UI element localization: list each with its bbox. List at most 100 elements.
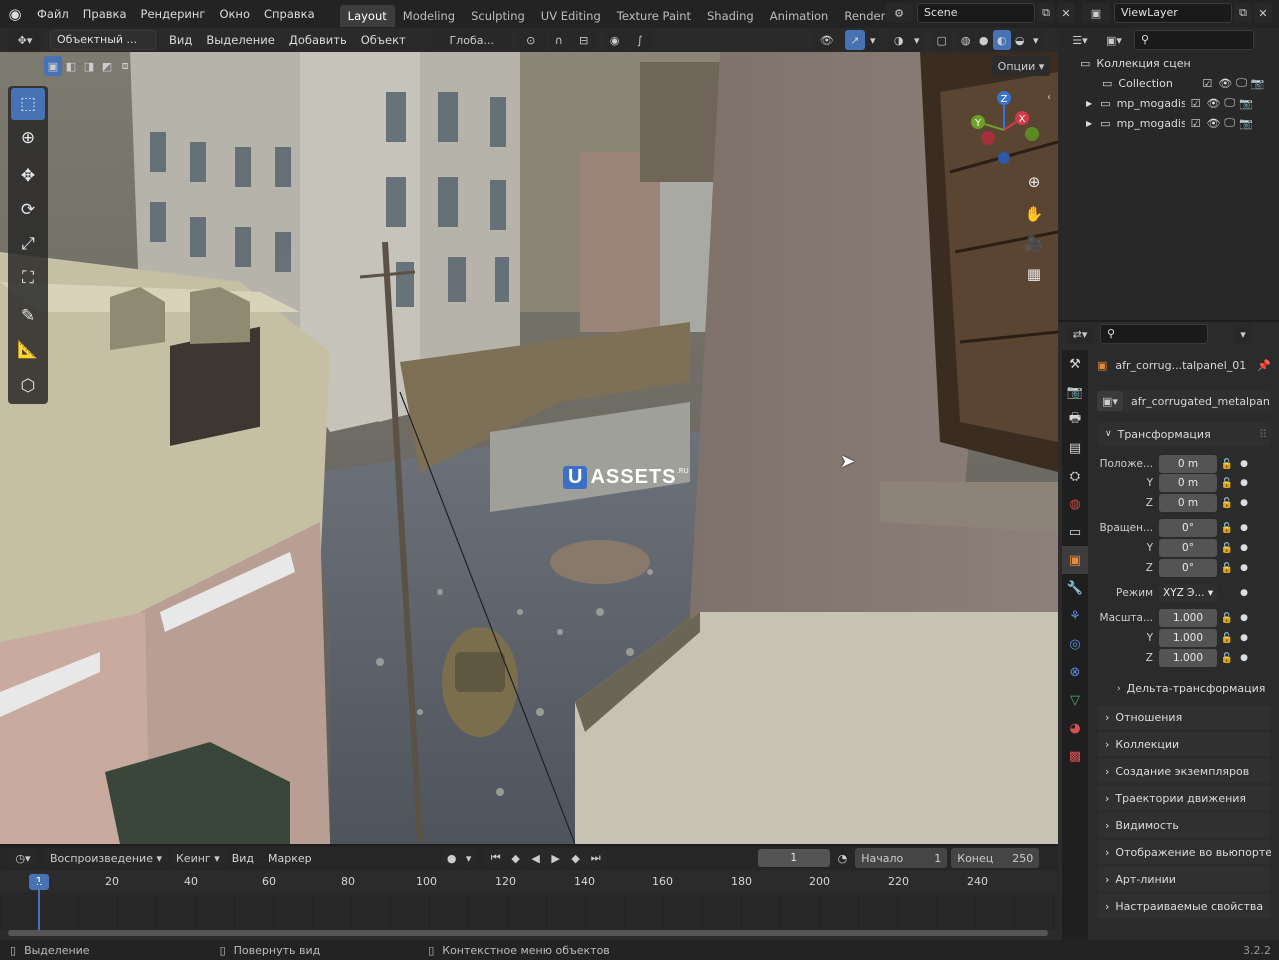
pin-icon[interactable]: 📌: [1257, 359, 1271, 372]
sidebar-toggle-icon[interactable]: ‹: [1047, 92, 1051, 103]
3d-viewport[interactable]: U ASSETS .RU ▣ ◧ ◨ ◩ ⧈ Опции ▾ Z X Y ⊕ ✋…: [0, 52, 1058, 844]
visibility-icon[interactable]: 👁: [812, 30, 841, 50]
lock-icon[interactable]: 🔓: [1217, 459, 1237, 470]
menu-window[interactable]: Окно: [212, 0, 257, 28]
material-shading-icon[interactable]: ◐: [992, 30, 1011, 50]
options-dropdown[interactable]: Опции ▾: [992, 56, 1050, 76]
location-x-field[interactable]: 0 m: [1159, 455, 1217, 473]
monitor-icon[interactable]: 🖵: [1236, 76, 1247, 90]
gizmo-dropdown-icon[interactable]: ▾: [866, 30, 879, 50]
tab-texture-paint[interactable]: Texture Paint: [609, 5, 699, 27]
object-name[interactable]: afr_corrug...talpanel_01: [1115, 359, 1257, 372]
end-frame-field[interactable]: Конец 250: [951, 848, 1040, 868]
drag-handle-icon[interactable]: ⠿: [1259, 428, 1267, 441]
panel-line-art[interactable]: › Арт-линии: [1097, 867, 1271, 891]
tab-sculpting[interactable]: Sculpting: [463, 5, 533, 27]
overlay-icon[interactable]: ◑: [888, 30, 909, 50]
constraints-tab-icon[interactable]: ⊗: [1062, 658, 1088, 686]
outliner-item[interactable]: ▶ ▭ mp_mogadish ☑ 👁 🖵 📷: [1062, 93, 1276, 113]
timeline-view-menu[interactable]: Вид: [232, 852, 254, 865]
keyframe-dot-icon[interactable]: ●: [1237, 478, 1251, 488]
cursor-tool-icon[interactable]: ⊕: [11, 122, 45, 154]
select-extend-icon[interactable]: ◧: [62, 56, 80, 76]
tab-layout[interactable]: Layout: [339, 4, 395, 27]
menu-render[interactable]: Рендеринг: [134, 0, 213, 28]
keyframe-area[interactable]: [0, 892, 1058, 930]
navigation-gizmo[interactable]: Z X Y: [966, 88, 1046, 168]
scale-x-field[interactable]: 1.000: [1159, 609, 1217, 627]
pan-hand-icon[interactable]: ✋: [1020, 200, 1048, 228]
transform-tool-icon[interactable]: ⛶: [11, 262, 45, 294]
material-tab-icon[interactable]: ◕: [1062, 714, 1088, 742]
start-frame-field[interactable]: Начало 1: [855, 848, 948, 868]
outliner-search-icon[interactable]: ⚲: [1134, 30, 1254, 50]
object-tab-icon[interactable]: ▣: [1062, 546, 1088, 574]
select-invert-icon[interactable]: ◩: [98, 56, 116, 76]
delete-scene-icon[interactable]: ✕: [1057, 3, 1075, 23]
record-dropdown-icon[interactable]: ▾: [461, 848, 476, 868]
lock-icon[interactable]: 🔓: [1217, 498, 1237, 509]
scale-z-field[interactable]: 1.000: [1159, 649, 1217, 667]
menu-edit[interactable]: Правка: [76, 0, 134, 28]
expand-arrow-icon[interactable]: ▶: [1086, 99, 1092, 108]
tool-tab-icon[interactable]: ⚒: [1062, 350, 1088, 378]
keyframe-dot-icon[interactable]: ●: [1237, 653, 1251, 663]
lock-icon[interactable]: 🔓: [1217, 563, 1237, 574]
falloff-icon[interactable]: ∫: [626, 30, 653, 50]
delta-transform-subpanel[interactable]: › Дельта-трансформация: [1117, 682, 1265, 695]
zoom-icon[interactable]: ⊕: [1020, 168, 1048, 196]
stopwatch-icon[interactable]: ◔: [838, 852, 848, 865]
view-layer-icon[interactable]: ▣: [1082, 3, 1110, 23]
pivot-point-icon[interactable]: ⊙: [516, 30, 545, 50]
record-icon[interactable]: ●: [441, 848, 462, 868]
editor-type-icon[interactable]: ✥▾: [8, 30, 42, 50]
object-datablock[interactable]: ▣▾ afr_corrugated_metalpan...: [1097, 390, 1271, 412]
tab-animation[interactable]: Animation: [762, 5, 837, 27]
measure-tool-icon[interactable]: 📐: [11, 334, 45, 366]
keyframe-dot-icon[interactable]: ●: [1237, 523, 1251, 533]
outliner-item[interactable]: ▶ ▭ mp_mogadish ☑ 👁 🖵 📷: [1062, 113, 1276, 133]
select-subtract-icon[interactable]: ◨: [80, 56, 98, 76]
eye-icon[interactable]: 👁: [1206, 97, 1220, 110]
play-reverse-icon[interactable]: ◀: [525, 848, 546, 868]
view-layer-tab-icon[interactable]: ▤: [1062, 434, 1088, 462]
rotation-x-field[interactable]: 0°: [1159, 519, 1217, 537]
current-frame-field[interactable]: 1: [757, 849, 830, 867]
keyframe-dot-icon[interactable]: ●: [1237, 613, 1251, 623]
new-scene-icon[interactable]: ⧉: [1037, 3, 1055, 23]
panel-motion-paths[interactable]: › Траектории движения: [1097, 786, 1271, 810]
tab-uv-editing[interactable]: UV Editing: [533, 5, 609, 27]
solid-shading-icon[interactable]: ●: [974, 30, 993, 50]
transform-orientation-select[interactable]: Глоба...: [432, 30, 511, 50]
render-tab-icon[interactable]: 📷: [1062, 378, 1088, 406]
lock-icon[interactable]: 🔓: [1217, 613, 1237, 624]
scene-name-field[interactable]: Scene: [917, 3, 1035, 23]
mode-selector[interactable]: Объектный ...: [50, 30, 156, 50]
rotation-mode-select[interactable]: XYZ Э... ▾: [1159, 584, 1217, 602]
panel-custom-properties[interactable]: › Настраиваемые свойства: [1097, 894, 1271, 918]
checkbox-icon[interactable]: ☑: [1202, 77, 1212, 90]
rotation-z-field[interactable]: 0°: [1159, 559, 1217, 577]
monitor-icon[interactable]: 🖵: [1224, 96, 1235, 110]
menu-view[interactable]: Вид: [162, 33, 199, 47]
transform-panel-header[interactable]: ∨ Трансформация ⠿: [1097, 422, 1271, 446]
playhead-line[interactable]: [38, 882, 40, 932]
lock-icon[interactable]: 🔓: [1217, 633, 1237, 644]
lock-icon[interactable]: 🔓: [1217, 523, 1237, 534]
wireframe-shading-icon[interactable]: ◍: [956, 30, 975, 50]
menu-select[interactable]: Выделение: [199, 33, 282, 47]
particles-tab-icon[interactable]: ⚘: [1062, 602, 1088, 630]
monitor-icon[interactable]: 🖵: [1224, 116, 1235, 130]
move-tool-icon[interactable]: ✥: [11, 160, 45, 192]
location-y-field[interactable]: 0 m: [1159, 474, 1217, 492]
play-icon[interactable]: ▶: [545, 848, 566, 868]
outliner-filter-icon[interactable]: ▣▾: [1100, 30, 1128, 50]
jump-start-icon[interactable]: ⏮: [485, 848, 506, 868]
checkbox-icon[interactable]: ☑: [1191, 97, 1201, 110]
frame-ruler[interactable]: 1 20 40 60 80 100 120 140 160 180 200 22…: [0, 872, 1058, 892]
modifier-tab-icon[interactable]: 🔧: [1062, 574, 1088, 602]
panel-viewport-display[interactable]: › Отображение во вьюпорте: [1097, 840, 1271, 864]
keyframe-dot-icon[interactable]: ●: [1237, 633, 1251, 643]
menu-help[interactable]: Справка: [257, 0, 322, 28]
panel-instancing[interactable]: › Создание экземпляров: [1097, 759, 1271, 783]
